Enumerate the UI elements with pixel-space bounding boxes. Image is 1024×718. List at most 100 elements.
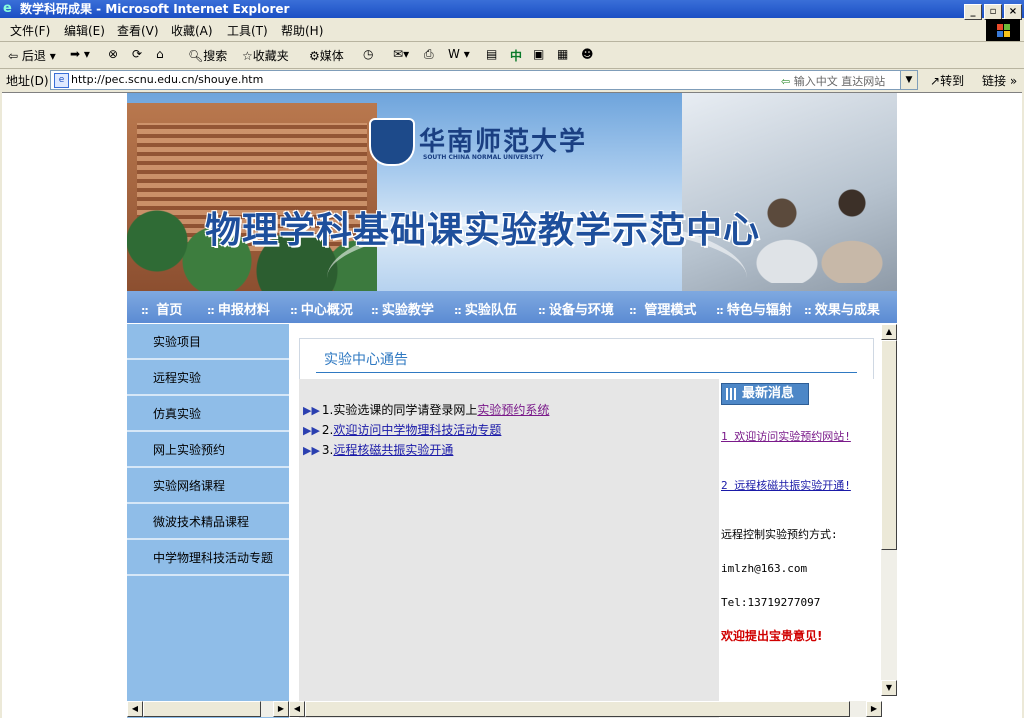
edit-button[interactable]: W ▾ xyxy=(448,47,470,61)
go-button[interactable]: ↗转到 xyxy=(930,72,964,89)
arrow-left-icon: ⇦ xyxy=(781,75,791,88)
mail-button[interactable]: ✉▾ xyxy=(393,47,409,61)
nav-features[interactable]: :: 特色与辐射 xyxy=(716,299,792,318)
menu-file[interactable]: 文件(F) xyxy=(10,22,50,39)
address-dropdown[interactable]: ▼ xyxy=(900,71,917,89)
chevron-down-icon: ▼ xyxy=(905,75,913,85)
refresh-icon: ⟳ xyxy=(132,47,143,61)
center-title: 物理学科基础课实验教学示范中心 xyxy=(205,210,761,251)
chinese-input-button[interactable]: 中 xyxy=(510,47,522,64)
contact-label: 远程控制实验预约方式: xyxy=(721,528,838,541)
address-bar: 地址(D) e http://pec.scnu.edu.cn/shouye.ht… xyxy=(0,69,1024,91)
nav-team[interactable]: :: 实验队伍 xyxy=(454,299,517,318)
back-arrow-icon: ⇦ xyxy=(8,49,19,63)
nav-results[interactable]: :: 效果与成果 xyxy=(804,299,880,318)
history-button[interactable]: ◷ xyxy=(363,47,373,61)
nav-overview[interactable]: :: 中心概况 xyxy=(290,299,353,318)
media-icon: ⚙ xyxy=(309,49,320,63)
scroll-left-button[interactable]: ◀ xyxy=(289,701,305,717)
latest-link-1[interactable]: 1 欢迎访问实验预约网站! xyxy=(721,429,871,444)
arrow-down-icon: ▼ xyxy=(885,683,893,692)
history-icon: ◷ xyxy=(363,47,374,61)
toolbar-extra-button-2[interactable]: ▦ xyxy=(557,47,568,61)
nav-home[interactable]: :: 首页 xyxy=(141,299,182,318)
remote-nmr-link[interactable]: 远程核磁共振实验开通 xyxy=(333,443,453,457)
nav-management[interactable]: :: 管理模式 xyxy=(629,299,696,318)
links-button[interactable]: 链接 » xyxy=(982,72,1017,89)
menu-view[interactable]: 查看(V) xyxy=(117,22,159,39)
sidebar-item-simulation[interactable]: 仿真实验 xyxy=(127,396,289,432)
refresh-button[interactable]: ⟳ xyxy=(132,47,142,61)
sidebar-item-microwave[interactable]: 微波技术精品课程 xyxy=(127,504,289,540)
double-arrow-icon: ▶▶ xyxy=(303,404,320,417)
back-button[interactable]: ⇦ 后退 ▾ xyxy=(8,47,56,64)
forward-button[interactable]: ➡ ▾ xyxy=(70,47,90,61)
mail-icon: ✉ xyxy=(393,47,404,61)
main-horizontal-scrollbar[interactable]: ◀ ▶ xyxy=(289,701,882,717)
arrow-left-icon: ◀ xyxy=(131,704,139,713)
stop-icon: ⊗ xyxy=(108,47,119,61)
scroll-thumb[interactable] xyxy=(143,701,261,717)
toolbar: ⇦ 后退 ▾ ➡ ▾ ⊗ ⟳ ⌂ 🔍︎搜索 ☆收藏夹 ⚙媒体 ◷ ✉▾ ⎙ W … xyxy=(0,42,1024,69)
scroll-thumb[interactable] xyxy=(305,701,850,717)
booking-system-link[interactable]: 实验预约系统 xyxy=(477,403,549,417)
favorites-button[interactable]: ☆收藏夹 xyxy=(242,47,289,64)
dots-icon: :: xyxy=(454,304,462,317)
address-hint: ⇦ 输入中文 直达网站 xyxy=(781,75,886,88)
qq-button[interactable]: ☻ xyxy=(581,47,594,61)
chinese-input-icon: 中 xyxy=(510,49,523,63)
scroll-left-button[interactable]: ◀ xyxy=(127,701,143,717)
main-nav: :: 首页 :: 申报材料 :: 中心概况 :: 实验教学 :: 实验队伍 :: 设备与环… xyxy=(127,291,897,323)
stop-button[interactable]: ⊗ xyxy=(108,47,118,61)
search-icon: 🔍︎ xyxy=(188,49,204,63)
scroll-right-button[interactable]: ▶ xyxy=(273,701,289,717)
list-item: ▶▶ 2.欢迎访问中学物理科技活动专题 xyxy=(303,423,502,437)
university-name: 华南师范大学 xyxy=(419,127,588,157)
nav-equipment[interactable]: :: 设备与环境 xyxy=(538,299,614,318)
list-item: ▶▶ 1.实验选课的同学请登录网上实验预约系统 xyxy=(303,403,550,417)
sidebar-item-projects[interactable]: 实验项目 xyxy=(127,324,289,360)
word-icon: W xyxy=(448,47,460,61)
middle-school-topic-link[interactable]: 欢迎访问中学物理科技活动专题 xyxy=(333,423,501,437)
latest-news-badge: 最新消息 xyxy=(721,383,809,405)
menu-edit[interactable]: 编辑(E) xyxy=(64,22,105,39)
sidebar-item-online-course[interactable]: 实验网络课程 xyxy=(127,468,289,504)
sidebar-item-middle-school[interactable]: 中学物理科技活动专题 xyxy=(127,540,289,576)
window-title: 数学科研成果 - Microsoft Internet Explorer xyxy=(20,2,290,16)
notice-divider xyxy=(316,372,857,373)
discuss-button[interactable]: ▤ xyxy=(486,47,497,61)
welcome-feedback: 欢迎提出宝贵意见! xyxy=(721,629,823,643)
sidebar: 实验项目 远程实验 仿真实验 网上实验预约 实验网络课程 微波技术精品课程 中学… xyxy=(127,324,289,718)
favorites-icon: ☆ xyxy=(242,49,253,63)
notice-header: 实验中心通告 xyxy=(299,338,874,380)
browser-viewport: 华南师范大学 SOUTH CHINA NORMAL UNIVERSITY 物理学… xyxy=(2,92,1022,718)
search-button[interactable]: 🔍︎搜索 xyxy=(188,47,227,64)
toolbar-extra-button[interactable]: ▣ xyxy=(533,47,544,61)
sidebar-item-booking[interactable]: 网上实验预约 xyxy=(127,432,289,468)
sidebar-item-remote[interactable]: 远程实验 xyxy=(127,360,289,396)
ie-logo-icon: e xyxy=(3,1,12,16)
nav-application[interactable]: :: 申报材料 xyxy=(207,299,270,318)
calculator-icon: ▦ xyxy=(557,47,569,61)
vertical-scrollbar[interactable]: ▲ ▼ xyxy=(881,324,897,696)
menu-help[interactable]: 帮助(H) xyxy=(281,22,323,39)
address-input[interactable]: e http://pec.scnu.edu.cn/shouye.htm ⇦ 输入… xyxy=(50,70,918,90)
list-item: ▶▶ 3.远程核磁共振实验开通 xyxy=(303,443,454,457)
forward-arrow-icon: ➡ xyxy=(70,47,81,61)
double-arrow-icon: ▶▶ xyxy=(303,444,320,457)
print-button[interactable]: ⎙ xyxy=(424,47,434,62)
home-button[interactable]: ⌂ xyxy=(156,47,164,61)
scroll-down-button[interactable]: ▼ xyxy=(881,680,897,696)
scroll-right-button[interactable]: ▶ xyxy=(866,701,882,717)
scroll-up-button[interactable]: ▲ xyxy=(881,324,897,340)
latest-link-2[interactable]: 2 远程核磁共振实验开通! xyxy=(721,478,871,493)
double-chevron-icon: » xyxy=(1009,74,1018,88)
menu-favorites[interactable]: 收藏(A) xyxy=(171,22,213,39)
nav-teaching[interactable]: :: 实验教学 xyxy=(371,299,434,318)
windows-logo-icon xyxy=(986,19,1020,41)
scroll-thumb[interactable] xyxy=(881,340,897,550)
menu-tools[interactable]: 工具(T) xyxy=(227,22,268,39)
banner: 华南师范大学 SOUTH CHINA NORMAL UNIVERSITY 物理学… xyxy=(127,93,897,291)
sidebar-horizontal-scrollbar[interactable]: ◀ ▶ xyxy=(127,701,289,717)
media-button[interactable]: ⚙媒体 xyxy=(309,47,344,64)
